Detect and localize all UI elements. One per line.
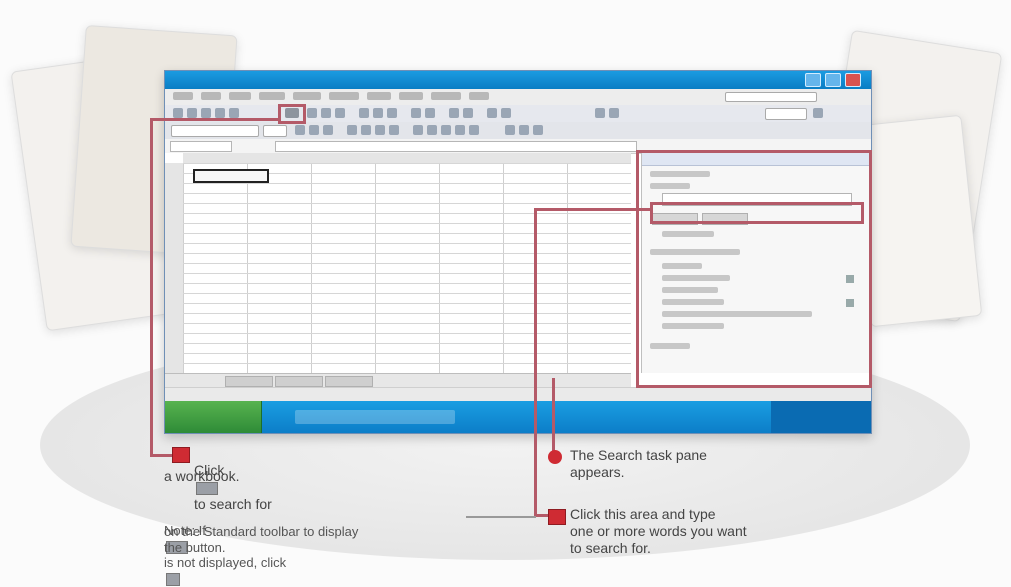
- pane-appears-caption: The Search task pane appears.: [570, 447, 707, 480]
- connector-field-to-badge: [534, 514, 548, 517]
- step-2-badge: [548, 509, 566, 525]
- save-icon[interactable]: [201, 108, 211, 118]
- menu-item[interactable]: [259, 92, 285, 100]
- font-box[interactable]: [171, 125, 259, 137]
- menu-item[interactable]: [173, 92, 193, 100]
- minimize-button[interactable]: [805, 73, 821, 87]
- zoom-box[interactable]: [765, 108, 807, 120]
- worksheet-grid[interactable]: [165, 153, 631, 373]
- connector-step1-horizontal: [150, 118, 280, 121]
- help-search-box[interactable]: [725, 92, 817, 102]
- copy-icon[interactable]: [373, 108, 383, 118]
- note-text-after: is not displayed, click: [164, 555, 287, 570]
- connector-field-horizontal: [534, 208, 652, 211]
- status-bar: [165, 387, 871, 402]
- maximize-button[interactable]: [825, 73, 841, 87]
- email-icon[interactable]: [229, 108, 239, 118]
- windows-taskbar: [165, 401, 871, 433]
- sheet-tab[interactable]: [275, 376, 323, 387]
- font-size-box[interactable]: [263, 125, 287, 137]
- step-2-caption: Click this area and type one or more wor…: [570, 506, 747, 556]
- highlight-search-button: [278, 104, 306, 124]
- align-right-icon[interactable]: [375, 125, 385, 135]
- borders-icon[interactable]: [505, 125, 515, 135]
- connector-field-vertical: [534, 208, 537, 516]
- close-button[interactable]: [845, 73, 861, 87]
- drawing-icon[interactable]: [609, 108, 619, 118]
- pane-appears-bullet: [548, 450, 562, 464]
- menu-item[interactable]: [431, 92, 461, 100]
- fill-color-icon[interactable]: [519, 125, 529, 135]
- sheet-tab[interactable]: [225, 376, 273, 387]
- paste-icon[interactable]: [387, 108, 397, 118]
- row-headers[interactable]: [165, 163, 184, 373]
- system-tray: [771, 401, 871, 433]
- connector-step1-vertical: [150, 118, 153, 456]
- undo-icon[interactable]: [411, 108, 421, 118]
- formula-input[interactable]: [275, 141, 637, 152]
- increase-decimal-icon[interactable]: [455, 125, 465, 135]
- highlight-task-pane: [636, 150, 872, 388]
- menu-item[interactable]: [399, 92, 423, 100]
- sort-descending-icon[interactable]: [501, 108, 511, 118]
- sheet-tabs: [165, 373, 631, 388]
- chart-wizard-icon[interactable]: [595, 108, 605, 118]
- bold-icon[interactable]: [295, 125, 305, 135]
- connector-pane-vertical: [552, 378, 555, 454]
- decrease-decimal-icon[interactable]: [469, 125, 479, 135]
- highlight-search-field: [650, 202, 864, 224]
- underline-icon[interactable]: [323, 125, 333, 135]
- open-icon[interactable]: [187, 108, 197, 118]
- menu-item[interactable]: [367, 92, 391, 100]
- name-box[interactable]: [170, 141, 232, 152]
- permission-icon[interactable]: [215, 108, 225, 118]
- align-left-icon[interactable]: [347, 125, 357, 135]
- menu-item[interactable]: [329, 92, 359, 100]
- active-cell[interactable]: [193, 169, 269, 183]
- sheet-tab[interactable]: [325, 376, 373, 387]
- start-button[interactable]: [165, 401, 262, 433]
- italic-icon[interactable]: [309, 125, 319, 135]
- menu-item[interactable]: [293, 92, 321, 100]
- hyperlink-icon[interactable]: [449, 108, 459, 118]
- taskbar-item-excel[interactable]: [295, 410, 455, 424]
- formatting-toolbar: [165, 122, 871, 140]
- help-icon[interactable]: [813, 108, 823, 118]
- merge-icon[interactable]: [389, 125, 399, 135]
- connector-step1-to-badge: [150, 454, 172, 457]
- step-1-caption-line2: a workbook.: [164, 468, 240, 484]
- menu-item[interactable]: [469, 92, 489, 100]
- print-icon[interactable]: [307, 108, 317, 118]
- new-icon[interactable]: [173, 108, 183, 118]
- toolbar-options-icon: [166, 573, 180, 587]
- menu-bar: [165, 89, 871, 106]
- currency-icon[interactable]: [413, 125, 423, 135]
- percent-icon[interactable]: [427, 125, 437, 135]
- autosum-icon[interactable]: [463, 108, 473, 118]
- redo-icon[interactable]: [425, 108, 435, 118]
- sort-ascending-icon[interactable]: [487, 108, 497, 118]
- note-caption-rest: on the Standard toolbar to display the b…: [164, 524, 359, 555]
- menu-item[interactable]: [201, 92, 221, 100]
- comma-icon[interactable]: [441, 125, 451, 135]
- preview-icon[interactable]: [321, 108, 331, 118]
- title-bar: [165, 71, 871, 89]
- spelling-icon[interactable]: [335, 108, 345, 118]
- font-color-icon[interactable]: [533, 125, 543, 135]
- align-center-icon[interactable]: [361, 125, 371, 135]
- step-1-badge: [172, 447, 190, 463]
- cells[interactable]: [183, 163, 631, 373]
- cut-icon[interactable]: [359, 108, 369, 118]
- menu-item[interactable]: [229, 92, 251, 100]
